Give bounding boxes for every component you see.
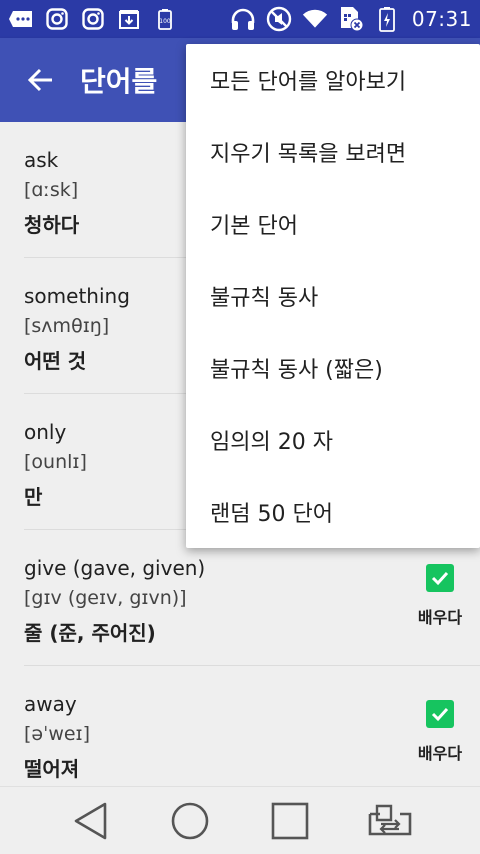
menu-item-irregular-verbs-short[interactable]: 불규칙 동사 (짧은)	[186, 332, 480, 404]
menu-item-all-words[interactable]: 모든 단어를 알아보기	[186, 44, 480, 116]
page-title: 단어를	[80, 65, 158, 98]
overflow-menu: 모든 단어를 알아보기 지우기 목록을 보려면 기본 단어 불규칙 동사 불규칙…	[186, 44, 480, 548]
recents-square-icon	[271, 802, 309, 839]
word-text: only	[24, 420, 67, 444]
menu-item-delete-list[interactable]: 지우기 목록을 보려면	[186, 116, 480, 188]
menu-item-basic-words[interactable]: 기본 단어	[186, 188, 480, 260]
back-arrow-icon	[27, 68, 52, 92]
back-triangle-icon	[74, 802, 107, 839]
menu-item-random-20[interactable]: 임의의 20 자	[186, 404, 480, 476]
word-list-item[interactable]: give (gave, given) [gɪv (geɪv, gɪvn)] 줄 …	[24, 530, 480, 666]
learned-toggle[interactable]: 배우다	[404, 564, 476, 628]
learned-checkbox[interactable]	[426, 700, 454, 728]
svg-text:100: 100	[159, 18, 171, 25]
sim-off-icon	[338, 7, 364, 32]
word-text: away	[24, 692, 77, 716]
learned-toggle[interactable]: 배우다	[404, 700, 476, 764]
status-right-icons: 07:31	[230, 6, 472, 32]
instagram-icon	[44, 8, 70, 30]
learned-checkbox[interactable]	[426, 564, 454, 592]
back-button[interactable]	[0, 38, 80, 122]
learned-label: 배우다	[417, 608, 463, 627]
word-pronunciation: [ɑːsk]	[24, 179, 79, 201]
navigation-bar	[0, 786, 480, 854]
word-text: something	[24, 284, 130, 308]
status-left-icons: 100	[8, 8, 178, 30]
wifi-icon	[302, 8, 328, 30]
nav-recents-button[interactable]	[260, 791, 320, 851]
word-meaning: 줄 (준, 주어진)	[24, 621, 156, 645]
message-icon	[8, 8, 34, 30]
word-meaning: 만	[24, 485, 43, 509]
learned-label: 배우다	[417, 744, 463, 763]
mute-icon	[266, 6, 292, 32]
word-pronunciation: [əˈweɪ]	[24, 723, 91, 745]
word-pronunciation: [ounlɪ]	[24, 451, 87, 473]
instagram-icon	[80, 8, 106, 30]
nav-home-button[interactable]	[160, 791, 220, 851]
nav-switch-button[interactable]	[360, 791, 420, 851]
status-bar: 100 07:31	[0, 0, 480, 38]
menu-item-irregular-verbs[interactable]: 불규칙 동사	[186, 260, 480, 332]
screen-switch-icon	[368, 804, 412, 835]
word-text: ask	[24, 148, 59, 172]
word-list-item[interactable]: away [əˈweɪ] 떨어져 배우다	[24, 666, 480, 786]
word-text: give (gave, given)	[24, 556, 206, 580]
nav-back-button[interactable]	[60, 791, 120, 851]
check-icon	[431, 707, 449, 722]
headphones-icon	[230, 8, 256, 30]
word-meaning: 청하다	[24, 213, 80, 237]
menu-item-random-50[interactable]: 랜덤 50 단어	[186, 476, 480, 548]
word-pronunciation: [gɪv (geɪv, gɪvn)]	[24, 587, 187, 609]
battery-charging-icon	[374, 7, 400, 32]
home-circle-icon	[171, 802, 209, 839]
status-time: 07:31	[411, 7, 472, 31]
check-icon	[431, 571, 449, 586]
word-meaning: 어떤 것	[24, 349, 87, 373]
battery-100-icon: 100	[152, 8, 178, 30]
word-meaning: 떨어져	[24, 757, 80, 781]
word-pronunciation: [sʌmθɪŋ]	[24, 315, 110, 337]
download-box-icon	[116, 8, 142, 30]
